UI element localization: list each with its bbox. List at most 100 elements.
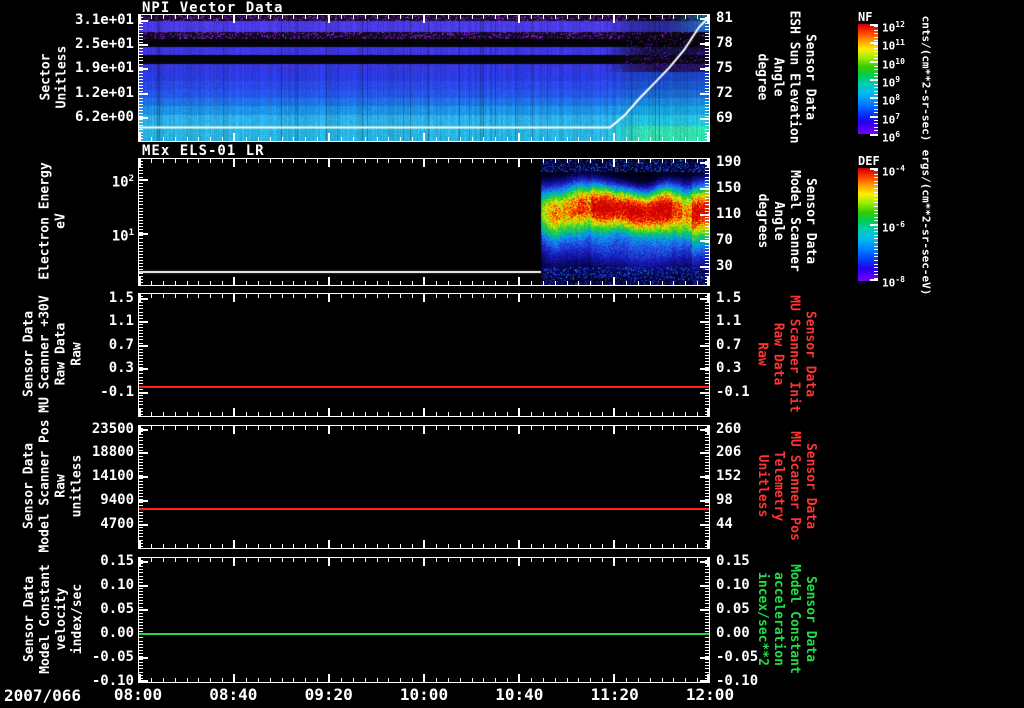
y-tick bbox=[139, 330, 143, 331]
y-tick bbox=[139, 229, 143, 230]
x-tick bbox=[543, 678, 544, 682]
y-tick bbox=[139, 481, 143, 482]
y-tick bbox=[705, 91, 709, 92]
colorbar-tick bbox=[874, 76, 878, 77]
x-tick bbox=[685, 544, 686, 548]
y-tick bbox=[705, 600, 709, 601]
x-tick bbox=[151, 544, 152, 548]
x-tick bbox=[460, 544, 461, 548]
x-tick bbox=[602, 678, 603, 682]
x-tick bbox=[518, 277, 520, 285]
x-tick bbox=[187, 678, 188, 682]
y-tick bbox=[139, 33, 143, 34]
y-tick bbox=[139, 198, 143, 199]
y-tick bbox=[705, 471, 709, 472]
x-tick bbox=[151, 412, 152, 416]
y-tick bbox=[705, 603, 709, 604]
y-tick bbox=[139, 324, 143, 325]
y-tick bbox=[139, 440, 143, 441]
y-tick bbox=[139, 456, 143, 457]
y-tick bbox=[139, 343, 143, 344]
y-tick bbox=[139, 600, 143, 601]
y-major-tick bbox=[139, 20, 148, 22]
y-tick bbox=[705, 370, 709, 371]
y-tick bbox=[705, 242, 709, 243]
y-tick bbox=[705, 616, 709, 617]
x-tick bbox=[543, 159, 544, 163]
y-tick bbox=[705, 502, 709, 503]
x-tick bbox=[293, 678, 294, 682]
y-tick bbox=[139, 502, 143, 503]
y-tick bbox=[705, 101, 709, 102]
x-tick bbox=[602, 294, 603, 298]
y-tick bbox=[705, 484, 709, 485]
y-tick bbox=[139, 471, 143, 472]
y-tick bbox=[139, 352, 143, 353]
y-tick bbox=[139, 79, 143, 80]
y-major-tick bbox=[700, 298, 709, 300]
x-tick bbox=[377, 544, 378, 548]
x-tick bbox=[518, 540, 520, 548]
x-tick bbox=[472, 294, 473, 298]
y-major-tick bbox=[700, 214, 709, 216]
right-axis-label-text: Sensor Data Model Constant acceleration … bbox=[754, 564, 818, 674]
x-tick bbox=[353, 678, 354, 682]
x-tick bbox=[626, 159, 627, 163]
x-tick bbox=[697, 426, 698, 430]
colorbar-tick bbox=[874, 48, 878, 49]
x-tick bbox=[518, 159, 520, 167]
y-tick bbox=[139, 39, 143, 40]
y-tick bbox=[139, 496, 143, 497]
x-tick bbox=[400, 281, 401, 285]
y-tick bbox=[705, 39, 709, 40]
x-tick bbox=[246, 137, 247, 141]
x-tick bbox=[626, 544, 627, 548]
right-axis-label: Sensor Data MU Scanner Pos Telemetry Uni… bbox=[728, 425, 844, 547]
panel-5-plot bbox=[138, 557, 710, 683]
x-tick bbox=[377, 159, 378, 163]
x-tick bbox=[673, 159, 674, 163]
panel-1-title: NPI Vector Data bbox=[142, 0, 284, 16]
y-tick bbox=[139, 248, 143, 249]
x-tick bbox=[270, 412, 271, 416]
x-tick bbox=[507, 544, 508, 548]
left-axis-label-text: Sensor Data Model Scanner Pos Raw unitle… bbox=[22, 419, 85, 553]
x-tick bbox=[650, 426, 651, 430]
x-tick bbox=[222, 137, 223, 141]
x-tick bbox=[282, 294, 283, 298]
x-tick bbox=[353, 137, 354, 141]
y-tick bbox=[139, 312, 143, 313]
y-tick bbox=[705, 229, 709, 230]
x-tick bbox=[578, 281, 579, 285]
x-tick bbox=[460, 412, 461, 416]
x-tick bbox=[423, 294, 425, 302]
x-tick bbox=[638, 558, 639, 562]
y-tick bbox=[705, 468, 709, 469]
x-tick bbox=[423, 159, 425, 167]
y-tick bbox=[705, 487, 709, 488]
panel-1-plot bbox=[138, 14, 710, 142]
x-tick bbox=[472, 137, 473, 141]
y-tick bbox=[705, 536, 709, 537]
x-tick bbox=[662, 558, 663, 562]
y-tick bbox=[139, 572, 143, 573]
y-tick bbox=[705, 543, 709, 544]
y-major-tick bbox=[139, 179, 148, 181]
colorbar-major-tick bbox=[870, 61, 878, 63]
y-major-tick bbox=[700, 500, 709, 502]
y-tick bbox=[705, 613, 709, 614]
y-tick bbox=[139, 235, 143, 236]
x-tick bbox=[305, 137, 306, 141]
x-tick bbox=[436, 15, 437, 19]
y-tick bbox=[705, 659, 709, 660]
x-tick bbox=[198, 159, 199, 163]
y-tick bbox=[139, 245, 143, 246]
colorbar-major-tick bbox=[870, 116, 878, 118]
y-tick bbox=[139, 631, 143, 632]
x-tick bbox=[388, 544, 389, 548]
y-tick bbox=[139, 214, 143, 215]
x-tick bbox=[353, 558, 354, 562]
x-tick bbox=[222, 159, 223, 163]
y-tick bbox=[705, 70, 709, 71]
y-tick bbox=[139, 242, 143, 243]
